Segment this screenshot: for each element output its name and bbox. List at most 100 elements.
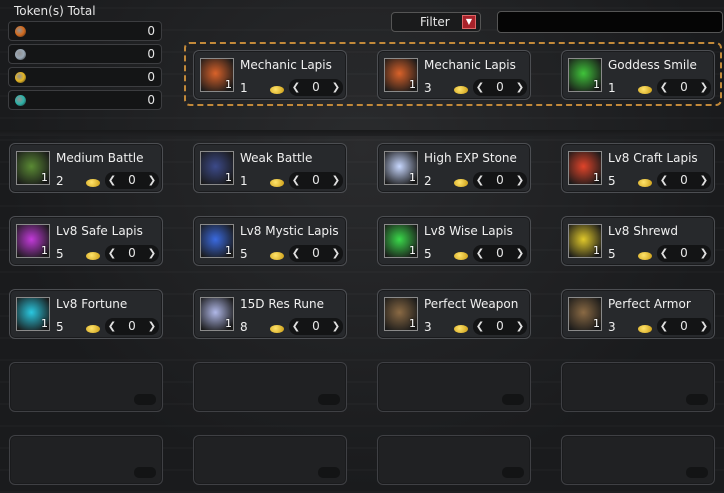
coin-icon	[638, 325, 652, 333]
search-input[interactable]	[497, 11, 723, 33]
quantity-stepper[interactable]: ❮ 0 ❯	[657, 79, 711, 96]
increment-button[interactable]: ❯	[698, 318, 710, 335]
increment-button[interactable]: ❯	[330, 318, 342, 335]
filter-dropdown-icon[interactable]: ▼	[462, 15, 476, 29]
section-divider	[0, 130, 724, 136]
item-price: 1	[240, 81, 248, 95]
decrement-button[interactable]: ❮	[474, 245, 486, 262]
increment-button[interactable]: ❯	[146, 172, 158, 189]
decrement-button[interactable]: ❮	[658, 318, 670, 335]
empty-slot[interactable]	[193, 435, 347, 485]
decrement-button[interactable]: ❮	[290, 318, 302, 335]
item-card[interactable]: 1 Medium Battle 2 ❮ 0 ❯	[9, 143, 163, 193]
decrement-button[interactable]: ❮	[474, 318, 486, 335]
high-exp-stone-icon: 1	[384, 151, 418, 185]
weak-battle-icon: 1	[200, 151, 234, 185]
decrement-button[interactable]: ❮	[290, 245, 302, 262]
decrement-button[interactable]: ❮	[474, 79, 486, 96]
decrement-button[interactable]: ❮	[290, 172, 302, 189]
coin-icon	[86, 179, 100, 187]
increment-button[interactable]: ❯	[514, 79, 526, 96]
increment-button[interactable]: ❯	[146, 245, 158, 262]
token-row: 0	[8, 90, 162, 110]
quantity-stepper[interactable]: ❮ 0 ❯	[289, 318, 343, 335]
item-card[interactable]: 1 Lv8 Fortune 5 ❮ 0 ❯	[9, 289, 163, 339]
increment-button[interactable]: ❯	[330, 245, 342, 262]
quantity-stepper[interactable]: ❮ 0 ❯	[473, 318, 527, 335]
decrement-button[interactable]: ❮	[106, 318, 118, 335]
quantity-stepper[interactable]: ❮ 0 ❯	[289, 172, 343, 189]
increment-button[interactable]: ❯	[698, 245, 710, 262]
increment-button[interactable]: ❯	[514, 318, 526, 335]
decrement-button[interactable]: ❮	[290, 79, 302, 96]
token-row: 0	[8, 67, 162, 87]
increment-button[interactable]: ❯	[330, 172, 342, 189]
quantity-value: 0	[496, 173, 504, 187]
decrement-button[interactable]: ❮	[658, 79, 670, 96]
empty-slot[interactable]	[561, 435, 715, 485]
filter-button[interactable]: Filter ▼	[391, 12, 481, 32]
coin-icon	[638, 86, 652, 94]
increment-button[interactable]: ❯	[698, 172, 710, 189]
quantity-stepper[interactable]: ❮ 0 ❯	[105, 245, 159, 262]
item-card[interactable]: 1 Perfect Armor 3 ❮ 0 ❯	[561, 289, 715, 339]
quantity-stepper[interactable]: ❮ 0 ❯	[105, 172, 159, 189]
item-price: 1	[608, 81, 616, 95]
stack-badge: 1	[409, 244, 416, 257]
decrement-button[interactable]: ❮	[474, 172, 486, 189]
increment-button[interactable]: ❯	[514, 172, 526, 189]
item-card[interactable]: 1 Lv8 Safe Lapis 5 ❮ 0 ❯	[9, 216, 163, 266]
item-card[interactable]: 1 15D Res Rune 8 ❮ 0 ❯	[193, 289, 347, 339]
wise-lapis-icon: 1	[384, 224, 418, 258]
increment-button[interactable]: ❯	[146, 318, 158, 335]
coin-icon	[454, 86, 468, 94]
increment-button[interactable]: ❯	[330, 79, 342, 96]
item-price: 5	[56, 247, 64, 261]
quantity-stepper[interactable]: ❮ 0 ❯	[289, 79, 343, 96]
item-name: Mechanic Lapis	[240, 58, 332, 72]
token-value: 0	[147, 24, 155, 38]
decrement-button[interactable]: ❮	[106, 172, 118, 189]
quantity-stepper[interactable]: ❮ 0 ❯	[657, 245, 711, 262]
item-name: Lv8 Shrewd	[608, 224, 678, 238]
quantity-value: 0	[680, 319, 688, 333]
stack-badge: 1	[593, 171, 600, 184]
quantity-stepper[interactable]: ❮ 0 ❯	[289, 245, 343, 262]
item-card[interactable]: 1 Perfect Weapon 3 ❮ 0 ❯	[377, 289, 531, 339]
item-price: 3	[424, 81, 432, 95]
quantity-stepper[interactable]: ❮ 0 ❯	[473, 245, 527, 262]
decrement-button[interactable]: ❮	[106, 245, 118, 262]
stack-badge: 1	[225, 244, 232, 257]
item-card[interactable]: 1 Weak Battle 1 ❮ 0 ❯	[193, 143, 347, 193]
item-card[interactable]: 1 Lv8 Craft Lapis 5 ❮ 0 ❯	[561, 143, 715, 193]
empty-slot[interactable]	[193, 362, 347, 412]
item-card[interactable]: 1 Goddess Smile 1 ❮ 0 ❯	[561, 50, 715, 100]
coin-icon	[454, 179, 468, 187]
quantity-stepper[interactable]: ❮ 0 ❯	[473, 79, 527, 96]
increment-button[interactable]: ❯	[514, 245, 526, 262]
empty-slot[interactable]	[377, 362, 531, 412]
empty-slot[interactable]	[377, 435, 531, 485]
item-card[interactable]: 1 Lv8 Shrewd 5 ❮ 0 ❯	[561, 216, 715, 266]
item-card[interactable]: 1 Lv8 Mystic Lapis 5 ❮ 0 ❯	[193, 216, 347, 266]
quantity-stepper[interactable]: ❮ 0 ❯	[473, 172, 527, 189]
silver-token-icon	[15, 49, 26, 60]
filter-label: Filter	[420, 15, 450, 29]
coin-icon	[270, 325, 284, 333]
increment-button[interactable]: ❯	[698, 79, 710, 96]
quantity-stepper[interactable]: ❮ 0 ❯	[657, 172, 711, 189]
decrement-button[interactable]: ❮	[658, 245, 670, 262]
quantity-stepper[interactable]: ❮ 0 ❯	[657, 318, 711, 335]
quantity-stepper[interactable]: ❮ 0 ❯	[105, 318, 159, 335]
coin-icon	[270, 252, 284, 260]
empty-slot[interactable]	[9, 435, 163, 485]
decrement-button[interactable]: ❮	[658, 172, 670, 189]
item-name: Lv8 Mystic Lapis	[240, 224, 339, 238]
empty-slot[interactable]	[561, 362, 715, 412]
item-card[interactable]: 1 Mechanic Lapis 3 ❮ 0 ❯	[377, 50, 531, 100]
item-card[interactable]: 1 Lv8 Wise Lapis 5 ❮ 0 ❯	[377, 216, 531, 266]
item-card[interactable]: 1 Mechanic Lapis 1 ❮ 0 ❯	[193, 50, 347, 100]
empty-slot[interactable]	[9, 362, 163, 412]
item-card[interactable]: 1 High EXP Stone 2 ❮ 0 ❯	[377, 143, 531, 193]
quantity-value: 0	[312, 173, 320, 187]
